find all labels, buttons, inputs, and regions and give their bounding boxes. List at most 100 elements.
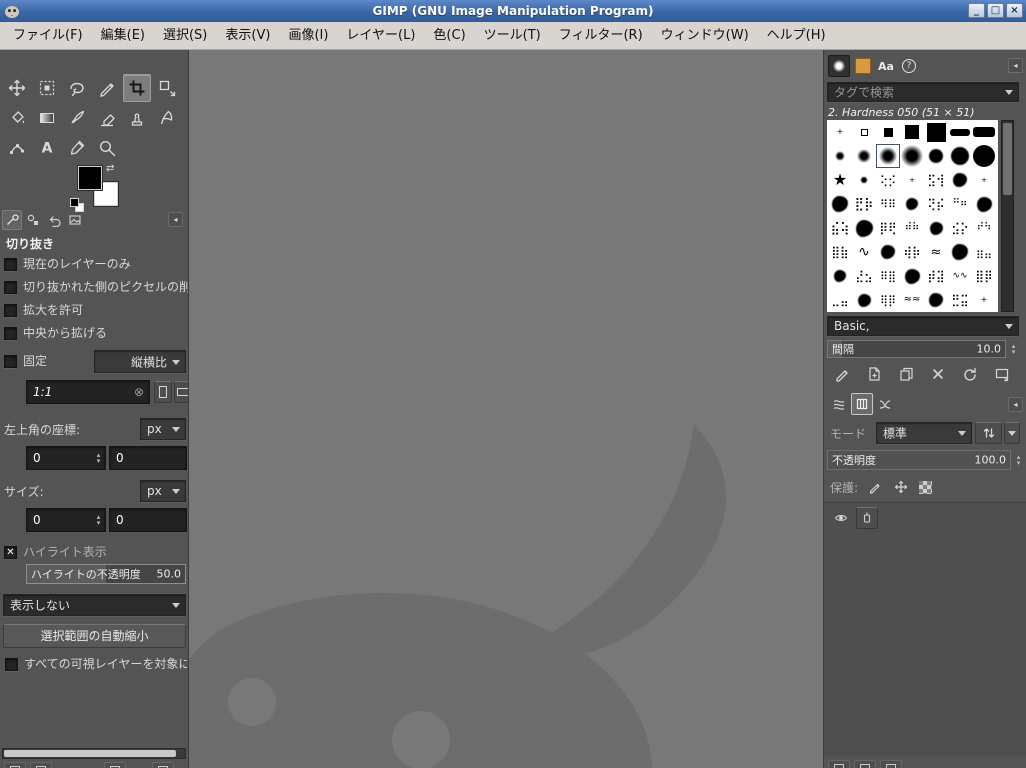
menu-image[interactable]: 画像(I)	[279, 22, 337, 49]
position-y-input[interactable]: 0	[109, 446, 187, 470]
brush-item[interactable]	[972, 144, 996, 168]
brush-item[interactable]	[876, 120, 900, 144]
tab-pointer[interactable]	[65, 210, 85, 230]
brush-item[interactable]	[972, 192, 996, 216]
brush-item[interactable]	[900, 264, 924, 288]
brush-item[interactable]	[828, 264, 852, 288]
tab-device-status[interactable]	[23, 210, 43, 230]
layer-visibility-toggle[interactable]	[830, 507, 852, 529]
minimize-button[interactable]: _	[968, 3, 985, 18]
menu-help[interactable]: ヘルプ(H)	[758, 22, 835, 49]
default-colors-icon[interactable]	[70, 198, 79, 207]
tool-clone[interactable]	[123, 104, 151, 132]
tool-eraser[interactable]	[93, 104, 121, 132]
brush-item[interactable]: ⣟⡷	[852, 192, 876, 216]
tool-smudge[interactable]	[153, 104, 181, 132]
tab-brushes[interactable]	[828, 55, 850, 77]
spin-down-icon[interactable]: ▾	[1017, 460, 1021, 467]
spin-down-icon[interactable]: ▾	[97, 458, 101, 465]
maximize-button[interactable]: □	[987, 3, 1004, 18]
spin-down-icon[interactable]: ▾	[97, 520, 101, 527]
menu-colors[interactable]: 色(C)	[424, 22, 474, 49]
fixed-mode-dropdown[interactable]: 縦横比	[94, 350, 186, 373]
layer-link-cell[interactable]	[856, 507, 878, 529]
brush-item[interactable]: ≈≈	[900, 288, 924, 312]
autoshrink-button[interactable]: 選択範囲の自動縮小	[3, 624, 186, 648]
tab-tool-options[interactable]	[2, 210, 22, 230]
brush-grid-scrollbar[interactable]	[1001, 120, 1014, 312]
brush-item[interactable]: +	[828, 120, 852, 144]
fixed-checkbox[interactable]	[4, 355, 17, 368]
brush-item[interactable]: ⢕⡪	[876, 168, 900, 192]
new-layer-button[interactable]	[828, 760, 850, 768]
brush-item[interactable]: ⡾⣽	[924, 264, 948, 288]
brush-item[interactable]: ⣫⢺	[924, 168, 948, 192]
layer-opacity-slider[interactable]: 不透明度 100.0	[827, 450, 1011, 470]
brush-item[interactable]: +	[972, 288, 996, 312]
brush-item[interactable]: ⣶⣤	[972, 240, 996, 264]
brush-item[interactable]: ⣪⡕	[948, 216, 972, 240]
brush-item[interactable]: ⢝⡮	[924, 192, 948, 216]
brush-item[interactable]: ⣮⢵	[828, 216, 852, 240]
brush-item[interactable]	[948, 240, 972, 264]
duplicate-brush-button[interactable]	[891, 362, 921, 385]
tab-paths-dialog[interactable]	[874, 393, 896, 415]
brush-item[interactable]	[900, 120, 924, 144]
brush-item[interactable]	[852, 120, 876, 144]
brush-item[interactable]	[876, 144, 900, 168]
brush-item[interactable]: ⣜⣢	[852, 264, 876, 288]
menu-filters[interactable]: フィルター(R)	[550, 22, 652, 49]
guides-dropdown[interactable]: 表示しない	[3, 594, 186, 616]
brush-item[interactable]: ⣀⣤	[828, 288, 852, 312]
new-brush-button[interactable]	[859, 362, 889, 385]
lock-alpha-button[interactable]	[914, 476, 936, 498]
menu-tools[interactable]: ツール(T)	[475, 22, 550, 49]
brush-item[interactable]: ⠛⠶	[948, 192, 972, 216]
position-x-spinner[interactable]: ▴ ▾	[93, 447, 104, 469]
brush-item[interactable]	[900, 192, 924, 216]
lock-position-button[interactable]	[890, 476, 912, 498]
layer-mode-dropdown[interactable]: 標準	[876, 422, 972, 444]
expand-from-center-checkbox[interactable]	[4, 327, 17, 340]
spacing-spinner[interactable]: ▴ ▾	[1008, 340, 1019, 358]
tool-free-select[interactable]	[63, 74, 91, 102]
tool-color-picker[interactable]	[63, 134, 91, 162]
foreground-color-swatch[interactable]	[78, 166, 102, 190]
tool-paths[interactable]	[3, 134, 31, 162]
size-width-input[interactable]: 0 ▴ ▾	[26, 508, 106, 532]
lower-layer-button[interactable]	[880, 760, 902, 768]
spacing-slider[interactable]: 間隔 10.0	[827, 340, 1006, 358]
tool-bucket-fill[interactable]	[3, 104, 31, 132]
tool-text[interactable]: A	[33, 134, 61, 162]
brush-item[interactable]: ⣛⣭	[948, 288, 972, 312]
brush-item[interactable]: ⠞⠳	[972, 216, 996, 240]
brush-item[interactable]: ≈	[924, 240, 948, 264]
restore-tool-preset-button[interactable]	[30, 762, 52, 768]
brush-item[interactable]	[948, 168, 972, 192]
brush-item[interactable]: ★	[828, 168, 852, 192]
tool-transform[interactable]	[153, 74, 181, 102]
tool-pencil-line[interactable]	[93, 74, 121, 102]
brush-item[interactable]: ⠻⠿	[876, 192, 900, 216]
brush-item[interactable]	[948, 120, 972, 144]
tab-layers[interactable]	[851, 393, 873, 415]
brush-item[interactable]	[852, 288, 876, 312]
refresh-brushes-button[interactable]	[955, 362, 985, 385]
tool-paintbrush[interactable]	[63, 104, 91, 132]
mode-switch-button[interactable]	[975, 422, 1002, 444]
size-width-spinner[interactable]: ▴ ▾	[93, 509, 104, 531]
brush-item[interactable]: +	[972, 168, 996, 192]
menu-windows[interactable]: ウィンドウ(W)	[652, 22, 758, 49]
canvas-area[interactable]	[189, 50, 823, 768]
clear-icon[interactable]: ⊗	[134, 385, 144, 399]
tool-align[interactable]	[33, 74, 61, 102]
tab-fonts[interactable]: Aa	[875, 55, 897, 77]
tag-filter-input[interactable]: Basic,	[827, 316, 1019, 336]
title-bar[interactable]: GIMP (GNU Image Manipulation Program) _ …	[0, 0, 1026, 22]
reset-tool-options-button[interactable]	[152, 762, 174, 768]
tool-gradient[interactable]	[33, 104, 61, 132]
brush-item[interactable]	[900, 144, 924, 168]
menu-select[interactable]: 選択(S)	[154, 22, 216, 49]
spin-down-icon[interactable]: ▾	[1012, 349, 1016, 356]
aspect-ratio-input[interactable]: 1:1 ⊗	[26, 380, 150, 404]
